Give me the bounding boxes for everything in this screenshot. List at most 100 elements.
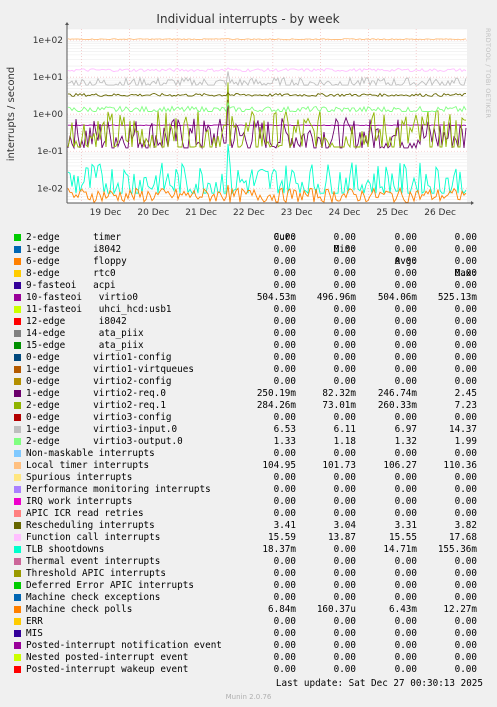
legend-cur: 0.00 [273, 280, 296, 291]
legend-max: 0.00 [454, 580, 477, 591]
x-tick-label: 23 Dec [281, 208, 313, 218]
legend-label: MIS [26, 628, 43, 639]
legend-max: 0.00 [454, 316, 477, 327]
legend-row: Posted-interrupt wakeup event 0.00 0.00 0.0… [0, 664, 497, 676]
legend-avg: 0.00 [394, 328, 417, 339]
rrdtool-credit: RRDTOOL / TOBI OETIKER [484, 28, 492, 119]
legend-avg: 0.00 [394, 556, 417, 567]
legend-swatch [14, 594, 21, 601]
legend-label: Posted-interrupt wakeup event [26, 664, 189, 675]
legend-max: 1.99 [454, 436, 477, 447]
legend-swatch [14, 498, 21, 505]
legend-min: 0.00 [333, 268, 356, 279]
legend-cur: 0.00 [273, 304, 296, 315]
legend-cur: 18.37m [262, 544, 296, 555]
legend-max: 0.00 [454, 640, 477, 651]
legend-label: 15-edge ata_piix [26, 340, 144, 351]
legend-swatch [14, 390, 21, 397]
legend-max: 0.00 [454, 304, 477, 315]
legend-avg: 0.00 [394, 496, 417, 507]
legend-min: 0.00 [333, 376, 356, 387]
legend-row: Machine check exceptions 0.00 0.00 0.00 0.00 [0, 592, 497, 604]
legend-min: 0.00 [333, 472, 356, 483]
legend-swatch [14, 426, 21, 433]
legend-min: 0.00 [333, 316, 356, 327]
legend-cur: 0.00 [273, 364, 296, 375]
legend-min: 0.00 [333, 232, 356, 243]
legend-label: Spurious interrupts [26, 472, 133, 483]
legend-label: IRQ work interrupts [26, 496, 133, 507]
legend-row: 2-edge virtio3-output.0 1.33 1.18 1.32 1.99 [0, 436, 497, 448]
x-tick-label: 24 Dec [329, 208, 361, 218]
legend-cur: 0.00 [273, 556, 296, 567]
legend-max: 12.27m [443, 604, 477, 615]
legend-avg: 0.00 [394, 664, 417, 675]
legend-avg: 0.00 [394, 592, 417, 603]
x-tick-label: 20 Dec [137, 208, 169, 218]
legend-cur: 0.00 [273, 340, 296, 351]
x-tick-label: 21 Dec [185, 208, 217, 218]
legend-avg: 0.00 [394, 232, 417, 243]
legend-max: 7.23 [454, 400, 477, 411]
legend-max: 0.00 [454, 268, 477, 279]
legend-label: 0-edge virtio1-config [26, 352, 172, 363]
legend-row: 0-edge virtio3-config 0.00 0.00 0.00 0.00 [0, 412, 497, 424]
legend-label: Rescheduling interrupts [26, 520, 155, 531]
legend-avg: 6.43m [389, 604, 417, 615]
legend-cur: 0.00 [273, 568, 296, 579]
legend-header: Cur: Min: Avg: Max: [0, 220, 497, 279]
legend-row: 9-fasteoi acpi 0.00 0.00 0.00 0.00 [0, 280, 497, 292]
legend-min: 0.00 [333, 412, 356, 423]
legend-row: Non-maskable interrupts 0.00 0.00 0.00 0.00 [0, 448, 497, 460]
legend-row: Rescheduling interrupts 3.41 3.04 3.31 3.82 [0, 520, 497, 532]
legend-max: 2.45 [454, 388, 477, 399]
legend-swatch [14, 318, 21, 325]
legend-row: Nested posted-interrupt event 0.00 0.00 0.0… [0, 652, 497, 664]
legend-avg: 0.00 [394, 628, 417, 639]
legend-cur: 0.00 [273, 376, 296, 387]
legend-avg: 260.33m [377, 400, 417, 411]
legend-avg: 106.27 [383, 460, 417, 471]
legend-min: 0.00 [333, 664, 356, 675]
legend-swatch [14, 462, 21, 469]
legend-min: 0.00 [333, 628, 356, 639]
legend-swatch [14, 546, 21, 553]
legend-label: 0-edge virtio3-config [26, 412, 172, 423]
legend-label: APIC ICR read retries [26, 508, 144, 519]
legend-swatch [14, 582, 21, 589]
x-tick-label: 19 Dec [90, 208, 122, 218]
legend-swatch [14, 606, 21, 613]
last-update: Last update: Sat Dec 27 00:30:13 2025 [275, 678, 483, 689]
legend-min: 0.00 [333, 496, 356, 507]
legend-row: Spurious interrupts 0.00 0.00 0.00 0.00 [0, 472, 497, 484]
legend-min: 82.32m [322, 388, 356, 399]
legend-avg: 0.00 [394, 568, 417, 579]
legend-label: Threshold APIC interrupts [26, 568, 166, 579]
legend-max: 0.00 [454, 340, 477, 351]
legend-avg: 0.00 [394, 268, 417, 279]
legend-min: 0.00 [333, 280, 356, 291]
legend-cur: 15.59 [268, 532, 296, 543]
legend-row: Machine check polls 6.84m 160.37u 6.43m 12.2… [0, 604, 497, 616]
y-axis-arrow [65, 22, 69, 25]
legend-row: MIS 0.00 0.00 0.00 0.00 [0, 628, 497, 640]
legend-avg: 0.00 [394, 280, 417, 291]
legend-label: Deferred Error APIC interrupts [26, 580, 194, 591]
legend-max: 0.00 [454, 232, 477, 243]
legend-cur: 0.00 [273, 352, 296, 363]
legend-max: 0.00 [454, 652, 477, 663]
legend-row: 1-edge virtio3-input.0 6.53 6.11 6.97 14.37 [0, 424, 497, 436]
legend-swatch [14, 450, 21, 457]
legend-avg: 0.00 [394, 580, 417, 591]
legend-max: 0.00 [454, 244, 477, 255]
legend-cur: 250.19m [256, 388, 296, 399]
y-tick-label: 1e-01 [37, 147, 63, 157]
legend-swatch [14, 522, 21, 529]
legend-row: 1-edge i8042 0.00 0.00 0.00 0.00 [0, 244, 497, 256]
legend-avg: 15.55 [389, 532, 417, 543]
legend-avg: 0.00 [394, 364, 417, 375]
legend-min: 0.00 [333, 340, 356, 351]
y-tick-label: 1e+00 [33, 110, 64, 120]
legend-avg: 0.00 [394, 448, 417, 459]
legend-min: 0.00 [333, 352, 356, 363]
